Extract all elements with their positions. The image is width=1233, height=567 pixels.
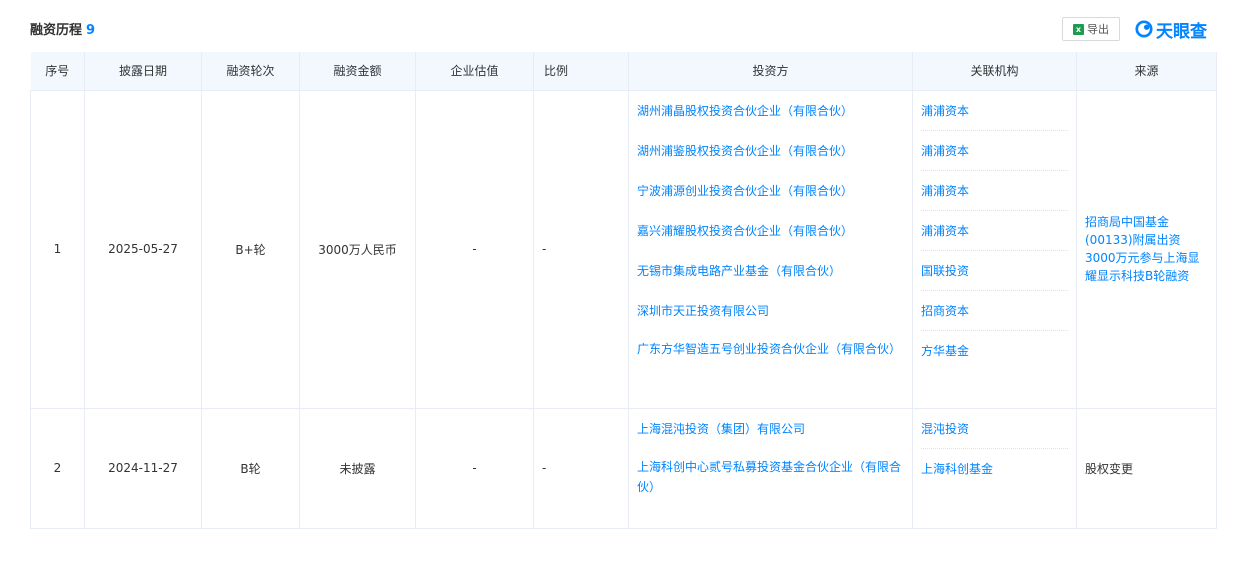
section-header: 融资历程 9 x 导出 天眼查 xyxy=(30,14,1216,44)
table-header-row: 序号 披露日期 融资轮次 融资金额 企业估值 比例 投资方 关联机构 来源 xyxy=(30,52,1217,90)
org-link[interactable]: 浦浦资本 xyxy=(921,131,1068,171)
col-amount[interactable]: 融资金额 xyxy=(299,52,416,90)
brand-name: 天眼查 xyxy=(1156,21,1207,42)
cell-round: B轮 xyxy=(201,407,300,529)
col-orgs[interactable]: 关联机构 xyxy=(912,52,1077,90)
cell-investors: 上海混沌投资（集团）有限公司 上海科创中心贰号私募投资基金合伙企业（有限合伙） xyxy=(628,407,913,529)
cell-date: 2025-05-27 xyxy=(84,89,202,409)
investor-link[interactable]: 无锡市集成电路产业基金（有限合伙） xyxy=(637,251,904,291)
col-index[interactable]: 序号 xyxy=(30,52,85,90)
org-link[interactable]: 招商资本 xyxy=(921,291,1068,331)
excel-icon: x xyxy=(1073,23,1084,35)
tianyancha-logo-icon xyxy=(1135,20,1153,38)
col-investors[interactable]: 投资方 xyxy=(628,52,913,90)
investor-link[interactable]: 深圳市天正投资有限公司 xyxy=(637,291,904,331)
investor-link[interactable]: 宁波浦源创业投资合伙企业（有限合伙） xyxy=(637,171,904,211)
col-ratio[interactable]: 比例 xyxy=(533,52,629,90)
cell-ratio: - xyxy=(533,407,629,529)
cell-round: B+轮 xyxy=(201,89,300,409)
org-link[interactable]: 浦浦资本 xyxy=(921,91,1068,131)
investor-link[interactable]: 嘉兴浦耀股权投资合伙企业（有限合伙） xyxy=(637,211,904,251)
table-row: 1 2025-05-27 B+轮 3000万人民币 - - 湖州浦晶股权投资合伙… xyxy=(30,89,1217,409)
investor-link[interactable]: 湖州浦晶股权投资合伙企业（有限合伙） xyxy=(637,91,904,131)
org-link[interactable]: 国联投资 xyxy=(921,251,1068,291)
investor-link[interactable]: 广东方华智造五号创业投资合伙企业（有限合伙） xyxy=(637,331,904,408)
cell-investors: 湖州浦晶股权投资合伙企业（有限合伙） 湖州浦鉴股权投资合伙企业（有限合伙） 宁波… xyxy=(628,89,913,409)
org-link[interactable]: 混沌投资 xyxy=(921,409,1068,449)
financing-table: 序号 披露日期 融资轮次 融资金额 企业估值 比例 投资方 关联机构 来源 1 … xyxy=(30,52,1217,529)
cell-index: 1 xyxy=(30,89,85,409)
table-row: 2 2024-11-27 B轮 未披露 - - 上海混沌投资（集团）有限公司 上… xyxy=(30,407,1217,529)
cell-index: 2 xyxy=(30,407,85,529)
org-link[interactable]: 浦浦资本 xyxy=(921,171,1068,211)
cell-orgs: 浦浦资本 浦浦资本 浦浦资本 浦浦资本 国联投资 招商资本 方华基金 xyxy=(912,89,1077,409)
col-date[interactable]: 披露日期 xyxy=(84,52,202,90)
cell-orgs: 混沌投资 上海科创基金 xyxy=(912,407,1077,529)
record-count: 9 xyxy=(86,23,96,38)
col-round[interactable]: 融资轮次 xyxy=(201,52,300,90)
org-link[interactable]: 方华基金 xyxy=(921,331,1068,371)
cell-ratio: - xyxy=(533,89,629,409)
investor-link[interactable]: 上海科创中心贰号私募投资基金合伙企业（有限合伙） xyxy=(637,449,904,527)
cell-valuation: - xyxy=(415,89,534,409)
cell-amount: 未披露 xyxy=(299,407,416,529)
section-title: 融资历程 9 xyxy=(30,19,95,38)
source-text: 股权变更 xyxy=(1085,461,1134,476)
section-title-text: 融资历程 xyxy=(30,23,83,38)
cell-valuation: - xyxy=(415,407,534,529)
cell-date: 2024-11-27 xyxy=(84,407,202,529)
col-source[interactable]: 来源 xyxy=(1076,52,1217,90)
investor-link[interactable]: 上海混沌投资（集团）有限公司 xyxy=(637,409,904,449)
org-link[interactable]: 上海科创基金 xyxy=(921,449,1068,489)
export-button[interactable]: x 导出 xyxy=(1062,17,1120,41)
source-link[interactable]: 招商局中国基金(00133)附属出资3000万元参与上海显耀显示科技B轮融资 xyxy=(1085,213,1208,285)
org-link[interactable]: 浦浦资本 xyxy=(921,211,1068,251)
cell-amount: 3000万人民币 xyxy=(299,89,416,409)
col-valuation[interactable]: 企业估值 xyxy=(415,52,534,90)
export-label: 导出 xyxy=(1087,23,1109,36)
investor-link[interactable]: 湖州浦鉴股权投资合伙企业（有限合伙） xyxy=(637,131,904,171)
cell-source: 招商局中国基金(00133)附属出资3000万元参与上海显耀显示科技B轮融资 xyxy=(1076,89,1217,409)
cell-source: 股权变更 xyxy=(1076,407,1217,529)
brand-logo[interactable]: 天眼查 xyxy=(1135,16,1207,42)
